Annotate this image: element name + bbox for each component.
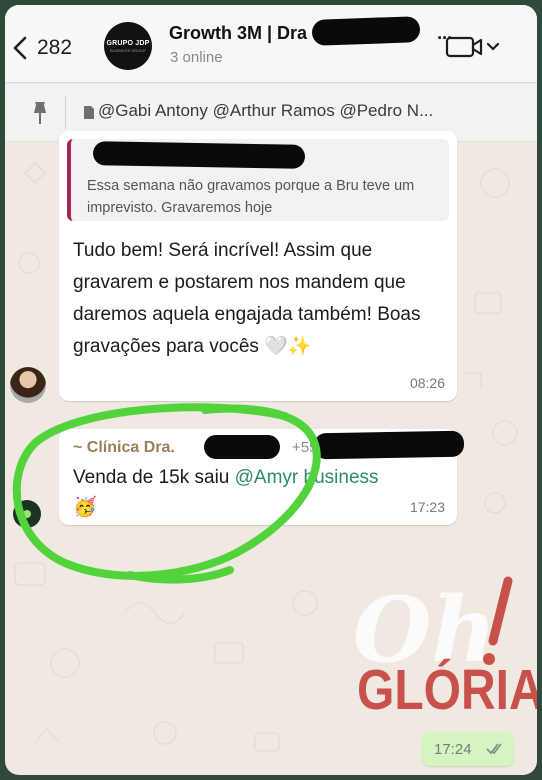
- message-time: 17:23: [409, 499, 445, 515]
- chat-header: 282 GRUPO JDP BUSINESS GROUP Growth 3M |…: [5, 5, 537, 83]
- message-text: Tudo bem! Será incrível! Assim que grava…: [73, 240, 421, 357]
- redaction-mark: [313, 430, 465, 460]
- phone-frame: 282 GRUPO JDP BUSINESS GROUP Growth 3M |…: [0, 0, 542, 780]
- message-bubble[interactable]: Essa semana não gravamos porque a Bru te…: [59, 131, 457, 401]
- group-avatar[interactable]: GRUPO JDP BUSINESS GROUP: [104, 22, 152, 70]
- read-receipt-icon: [486, 743, 502, 755]
- message-text: Venda de 15k saiu @Amyr business 🥳: [73, 463, 403, 523]
- redaction-mark: [92, 141, 306, 169]
- chevron-down-icon: [486, 42, 500, 51]
- redaction-mark: [311, 16, 421, 46]
- chat-title-text: Growth 3M | Dra: [169, 23, 308, 43]
- message-bubble[interactable]: ~ Clínica Dra. +55 Venda de 15k saiu @Am…: [59, 429, 465, 525]
- message-text-part: Venda de 15k saiu: [73, 467, 235, 488]
- outgoing-message-bubble[interactable]: 17:24: [422, 732, 514, 766]
- watermark-text: GLÓRIA: [357, 659, 537, 722]
- back-button[interactable]: 282: [11, 31, 91, 65]
- redaction-mark: [204, 435, 280, 459]
- sender-name[interactable]: ~ Clínica Dra.: [73, 439, 175, 457]
- video-call-icon[interactable]: [445, 35, 501, 59]
- group-avatar-logo: GRUPO JDP: [106, 39, 150, 47]
- quoted-message[interactable]: Essa semana não gravamos porque a Bru te…: [67, 139, 449, 221]
- sender-avatar[interactable]: [13, 500, 41, 528]
- pin-divider: [65, 96, 66, 130]
- chat-screen: 282 GRUPO JDP BUSINESS GROUP Growth 3M |…: [5, 5, 537, 775]
- user-mention[interactable]: @Amyr business: [235, 467, 379, 488]
- unread-count: 282: [37, 36, 73, 59]
- message-time: 17:24: [434, 741, 472, 758]
- chevron-left-icon: [13, 36, 27, 60]
- party-emoji: 🥳: [73, 497, 97, 518]
- pin-icon: [34, 102, 46, 124]
- pinned-message-text: @Gabi Antony @Arthur Ramos @Pedro N...: [98, 101, 434, 120]
- avatar-logo: [23, 510, 31, 518]
- sender-avatar[interactable]: [10, 367, 46, 403]
- group-avatar-subtext: BUSINESS GROUP: [109, 47, 146, 53]
- document-icon: [84, 106, 94, 119]
- online-status: 3 online: [170, 49, 223, 66]
- chat-area[interactable]: Essa semana não gravamos porque a Bru te…: [5, 131, 537, 775]
- quoted-message-text: Essa semana não gravamos porque a Bru te…: [87, 178, 415, 216]
- message-time: 08:26: [409, 375, 445, 391]
